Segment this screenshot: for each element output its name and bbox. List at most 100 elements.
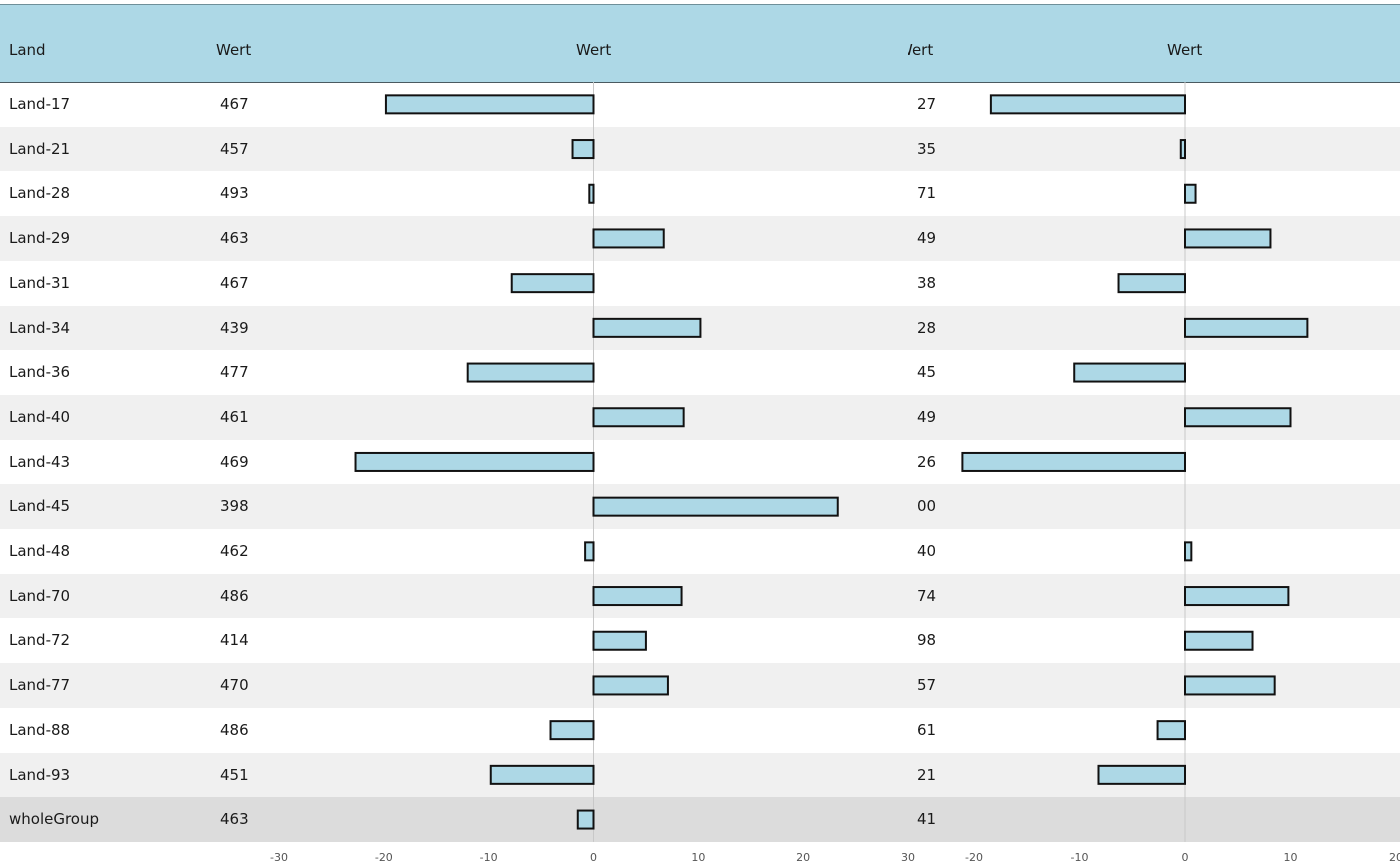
cell-wert: 457 (220, 139, 249, 158)
table-row: Land-21 457 35 (0, 126, 1400, 172)
cell-wert: 398 (220, 497, 249, 516)
chart1-tick-label: 0 (590, 851, 597, 864)
cell-wert2: 38 (917, 273, 937, 292)
cell-wert2-clip: 40 (908, 529, 942, 574)
cell-wert2-clip: 41 (908, 797, 942, 842)
cell-wert2-clip: 49 (908, 395, 942, 440)
header-chart1-title[interactable]: Wert (576, 41, 611, 59)
cell-wert: 469 (220, 452, 249, 471)
cell-land: Land-31 (9, 273, 71, 292)
cell-wert2-clip: 74 (908, 574, 942, 619)
table-row: Land-93 451 21 (0, 752, 1400, 798)
cell-wert2: 57 (917, 676, 937, 695)
cell-wert2: 27 (917, 95, 937, 113)
cell-wert: 486 (220, 586, 249, 605)
cell-wert2: 35 (917, 139, 937, 158)
cell-land: Land-77 (9, 676, 71, 695)
table-row: Land-45 398 00 (0, 484, 1400, 529)
table-row: Land-43 469 26 (0, 440, 1400, 485)
cell-wert2: 98 (917, 631, 937, 650)
cell-land: Land-21 (9, 139, 71, 158)
table-row: Land-28 493 71 (0, 171, 1400, 216)
cell-wert2: 28 (917, 318, 937, 337)
cell-wert2: 21 (917, 765, 937, 784)
table-row: Land-29 463 49 (0, 216, 1400, 261)
cell-wert: 467 (220, 95, 249, 113)
table-row: Land-40 461 49 (0, 394, 1400, 440)
cell-land: Land-40 (9, 407, 71, 426)
cell-land: Land-17 (9, 95, 71, 113)
table-row: Land-70 486 74 (0, 573, 1400, 619)
table-header: Land Wert Wert Wert Wert (0, 4, 1400, 83)
cell-land: Land-28 (9, 184, 71, 203)
cell-land: Land-88 (9, 720, 71, 739)
cell-land: Land-45 (9, 497, 71, 516)
cell-wert: 463 (220, 229, 249, 248)
cell-wert: 467 (220, 273, 249, 292)
cell-wert: 477 (220, 363, 249, 382)
cell-wert2-clip: 00 (908, 484, 942, 529)
cell-land: Land-36 (9, 363, 71, 382)
chart2-tick-label: 10 (1284, 851, 1298, 864)
cell-land: wholeGroup (9, 810, 100, 829)
cell-wert: 414 (220, 631, 249, 650)
header-wert[interactable]: Wert (216, 41, 251, 59)
cell-land: Land-93 (9, 765, 71, 784)
cell-wert2-clip: 26 (908, 440, 942, 485)
cell-wert: 451 (220, 765, 249, 784)
cell-wert2: 40 (917, 542, 937, 560)
cell-land: Land-43 (9, 452, 71, 471)
cell-wert2-clip: 21 (908, 753, 942, 798)
cell-wert2: 26 (917, 452, 937, 471)
cell-wert2-clip: 57 (908, 663, 942, 708)
cell-wert2: 61 (917, 720, 937, 739)
header-chart2-title[interactable]: Wert (1167, 41, 1202, 59)
table-row: Land-88 486 61 (0, 708, 1400, 753)
cell-land: Land-72 (9, 631, 71, 650)
cell-wert2-clip: 27 (908, 82, 942, 127)
cell-wert2: 49 (917, 229, 937, 248)
cell-wert: 439 (220, 318, 249, 337)
cell-wert2-clip: 28 (908, 306, 942, 351)
table-row: Land-72 414 98 (0, 618, 1400, 663)
cell-wert2-clip: 45 (908, 350, 942, 395)
cell-wert2: 74 (917, 586, 937, 605)
chart1-tick-label: -30 (270, 851, 288, 864)
chart1-tick-label: 10 (691, 851, 705, 864)
chart2-tick-label: 0 (1182, 851, 1189, 864)
cell-wert2-clip: 71 (908, 171, 942, 216)
cell-wert2: 49 (917, 407, 937, 426)
cell-wert2-clip: 49 (908, 216, 942, 261)
chart2-tick-label: 20 (1389, 851, 1400, 864)
table-row: Land-48 462 40 (0, 529, 1400, 574)
table-row: Land-31 467 38 (0, 261, 1400, 306)
cell-wert2-clip: 61 (908, 708, 942, 753)
cell-wert2-clip: 35 (908, 127, 942, 172)
cell-wert: 486 (220, 720, 249, 739)
header-land[interactable]: Land (9, 41, 46, 59)
chart1-tick-label: -20 (375, 851, 393, 864)
chart1-tick-label: -10 (480, 851, 498, 864)
cell-wert: 463 (220, 810, 249, 829)
cell-wert: 470 (220, 676, 249, 695)
cell-wert: 493 (220, 184, 249, 203)
cell-land: Land-48 (9, 542, 71, 560)
table-row: Land-17 467 27 (0, 82, 1400, 127)
table-row: Land-77 470 57 (0, 663, 1400, 708)
cell-wert2-clip: 98 (908, 618, 942, 663)
header-wert2-clip: Wert (908, 5, 942, 82)
cell-wert2: 71 (917, 184, 937, 203)
cell-wert2-clip: 38 (908, 261, 942, 306)
cell-land: Land-29 (9, 229, 71, 248)
table-row: Land-36 477 45 (0, 350, 1400, 395)
cell-wert2: 41 (917, 810, 937, 829)
cell-land: Land-34 (9, 318, 71, 337)
table-row: Land-34 439 28 (0, 305, 1400, 351)
cell-wert: 461 (220, 407, 249, 426)
cell-wert2: 00 (917, 497, 937, 516)
chart2-tick-label: -20 (965, 851, 983, 864)
cell-wert: 462 (220, 542, 249, 560)
header-wert2[interactable]: Wert (908, 41, 933, 59)
table-row-total: wholeGroup 463 41 (0, 797, 1400, 842)
chart1-tick-label: 30 (901, 851, 915, 864)
